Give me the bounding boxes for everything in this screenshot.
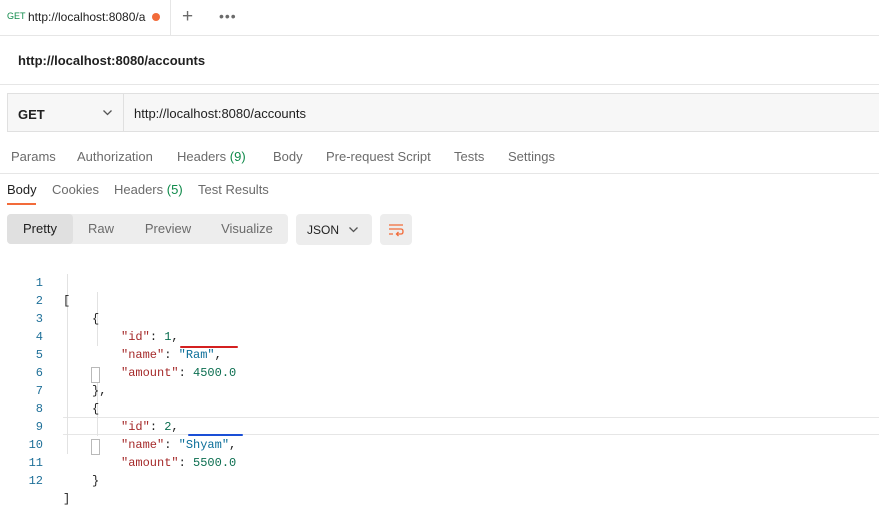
response-headers-count: (5) — [166, 182, 183, 197]
tab-title: http://localhost:8080/a — [28, 10, 146, 24]
blue-underline-annotation — [188, 434, 243, 436]
code-line: 5 "amount": 4500.0 — [0, 328, 879, 380]
view-mode-group: Pretty Raw Preview Visualize — [7, 214, 288, 244]
tab-settings[interactable]: Settings — [508, 149, 555, 164]
method-label: GET — [18, 107, 45, 122]
code-text: ] — [63, 492, 71, 506]
code-line: 4 "name": "Ram", — [0, 310, 879, 362]
red-underline-annotation — [180, 346, 238, 348]
response-tab-cookies[interactable]: Cookies — [52, 182, 99, 197]
divider — [0, 173, 879, 174]
code-line: 1 [ — [0, 256, 879, 308]
tab-headers[interactable]: Headers (9) — [177, 149, 246, 164]
chevron-down-icon — [349, 227, 358, 233]
tab-tests[interactable]: Tests — [454, 149, 484, 164]
response-tab-body[interactable]: Body — [7, 182, 37, 197]
wrap-lines-button[interactable] — [380, 214, 412, 245]
code-line: 11 } — [0, 436, 879, 488]
headers-count: (9) — [229, 149, 246, 164]
code-text: } — [92, 474, 100, 488]
method-select[interactable]: GET — [8, 94, 124, 131]
wrap-lines-icon — [389, 224, 404, 237]
request-name[interactable]: http://localhost:8080/accounts — [18, 53, 205, 68]
chevron-down-icon — [103, 110, 112, 116]
request-tab[interactable]: GET http://localhost:8080/a — [0, 0, 171, 35]
code-line: 3 "id": 1, — [0, 292, 879, 344]
new-tab-plus-icon[interactable]: + — [182, 6, 193, 28]
code-line: 6 }, — [0, 346, 879, 398]
tab-params[interactable]: Params — [11, 149, 56, 164]
tab-body[interactable]: Body — [273, 149, 303, 164]
format-select[interactable]: JSON — [296, 214, 372, 245]
code-line: 9 "name": "Shyam", — [0, 400, 879, 452]
tab-bar: GET http://localhost:8080/a + ••• — [0, 0, 879, 36]
response-tab-headers[interactable]: Headers (5) — [114, 182, 183, 197]
code-line: 8 "id": 2, — [0, 382, 879, 434]
view-pretty-button[interactable]: Pretty — [7, 214, 73, 244]
tab-method-badge: GET — [7, 11, 26, 21]
view-visualize-button[interactable]: Visualize — [209, 214, 285, 244]
tab-authorization[interactable]: Authorization — [77, 149, 153, 164]
code-line: 7 { — [0, 364, 879, 416]
tab-headers-label: Headers — [177, 149, 227, 164]
response-tab-headers-label: Headers — [114, 182, 164, 197]
view-preview-button[interactable]: Preview — [133, 214, 203, 244]
response-tab-test-results[interactable]: Test Results — [198, 182, 269, 197]
format-label: JSON — [307, 223, 340, 237]
url-input[interactable]: http://localhost:8080/accounts — [134, 106, 306, 121]
unsaved-dot-icon — [152, 13, 160, 21]
view-raw-button[interactable]: Raw — [73, 214, 129, 244]
tab-prerequest-script[interactable]: Pre-request Script — [326, 149, 431, 164]
active-tab-indicator — [7, 203, 36, 205]
code-line: 12 ] — [0, 454, 879, 506]
code-line: 2 { — [0, 274, 879, 326]
divider — [0, 84, 879, 85]
more-tabs-icon[interactable]: ••• — [219, 8, 237, 24]
code-line: 10 "amount": 5500.0 — [0, 418, 879, 470]
url-bar: GET http://localhost:8080/accounts — [7, 93, 879, 132]
line-number: 12 — [28, 474, 43, 488]
